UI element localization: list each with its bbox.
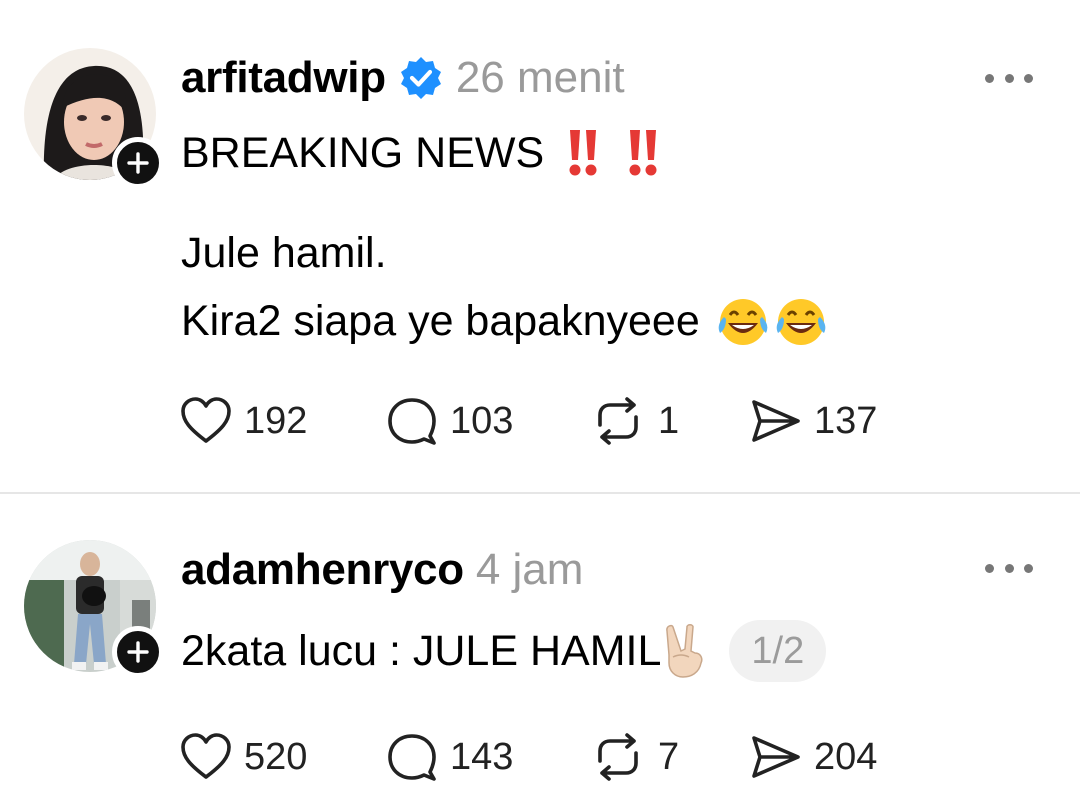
more-dot — [1004, 73, 1014, 83]
repost-count: 7 — [658, 735, 680, 778]
plus-icon — [127, 152, 149, 174]
tears-of-joy-icon — [772, 295, 830, 347]
more-options-button[interactable] — [985, 68, 1033, 88]
plus-icon — [127, 641, 149, 663]
verified-badge-icon — [398, 55, 444, 101]
post-text: Kira2 siapa ye bapaknyeee — [181, 296, 700, 345]
reply-count: 103 — [450, 399, 514, 442]
share-button[interactable]: 204 — [750, 732, 877, 782]
follow-button[interactable] — [112, 626, 164, 678]
like-count: 192 — [244, 399, 308, 442]
threads-feed: arfitadwip 26 menit BREAKING NEWS Jule h… — [0, 0, 1080, 806]
repost-button[interactable]: 7 — [590, 732, 679, 782]
more-dot — [1004, 563, 1014, 573]
reply-button[interactable]: 103 — [386, 396, 513, 446]
more-options-button[interactable] — [985, 558, 1033, 578]
like-button[interactable]: 520 — [180, 732, 307, 782]
post-text-line: Kira2 siapa ye bapaknyeee — [181, 294, 830, 348]
post-header: arfitadwip 26 menit — [181, 52, 625, 104]
double-exclamation-icon — [628, 128, 660, 178]
thread-post[interactable]: arfitadwip 26 menit BREAKING NEWS Jule h… — [0, 0, 1080, 493]
username[interactable]: adamhenryco — [181, 545, 464, 595]
post-header: adamhenryco 4 jam — [181, 544, 583, 596]
more-dot — [985, 73, 994, 83]
action-bar: 192 103 1 137 — [180, 396, 920, 446]
post-text: BREAKING NEWS — [181, 128, 545, 177]
post-text-line: 2kata lucu : JULE HAMIL 1/2 — [181, 620, 827, 682]
more-dot — [1024, 563, 1033, 573]
repost-count: 1 — [658, 399, 680, 442]
like-button[interactable]: 192 — [180, 396, 307, 446]
username[interactable]: arfitadwip — [181, 53, 386, 103]
share-count: 137 — [814, 399, 878, 442]
share-button[interactable]: 137 — [750, 396, 877, 446]
post-text: 2kata lucu : JULE HAMIL — [181, 626, 662, 675]
thread-page-indicator: 1/2 — [729, 620, 827, 682]
post-text-line: Jule hamil. — [181, 226, 387, 280]
tears-of-joy-icon — [714, 295, 772, 347]
reply-count: 143 — [450, 735, 514, 778]
speech-bubble-icon — [386, 732, 438, 782]
more-dot — [985, 563, 994, 573]
victory-hand-icon — [663, 623, 709, 679]
post-text-line: BREAKING NEWS — [181, 126, 660, 180]
speech-bubble-icon — [386, 396, 438, 446]
action-bar: 520 143 7 204 — [180, 732, 920, 782]
post-text: Jule hamil. — [181, 228, 387, 277]
share-count: 204 — [814, 735, 878, 778]
send-icon — [750, 733, 802, 781]
post-timestamp: 4 jam — [475, 545, 584, 594]
repost-button[interactable]: 1 — [590, 396, 679, 446]
repost-icon — [590, 733, 646, 781]
more-dot — [1024, 73, 1033, 83]
repost-icon — [590, 397, 646, 445]
heart-icon — [180, 733, 232, 781]
follow-button[interactable] — [112, 137, 164, 189]
send-icon — [750, 397, 802, 445]
like-count: 520 — [244, 735, 308, 778]
thread-post[interactable]: adamhenryco 4 jam 2kata lucu : JULE HAMI… — [0, 494, 1080, 806]
reply-button[interactable]: 143 — [386, 732, 513, 782]
post-timestamp: 26 menit — [455, 53, 625, 102]
double-exclamation-icon — [568, 128, 600, 178]
heart-icon — [180, 397, 232, 445]
